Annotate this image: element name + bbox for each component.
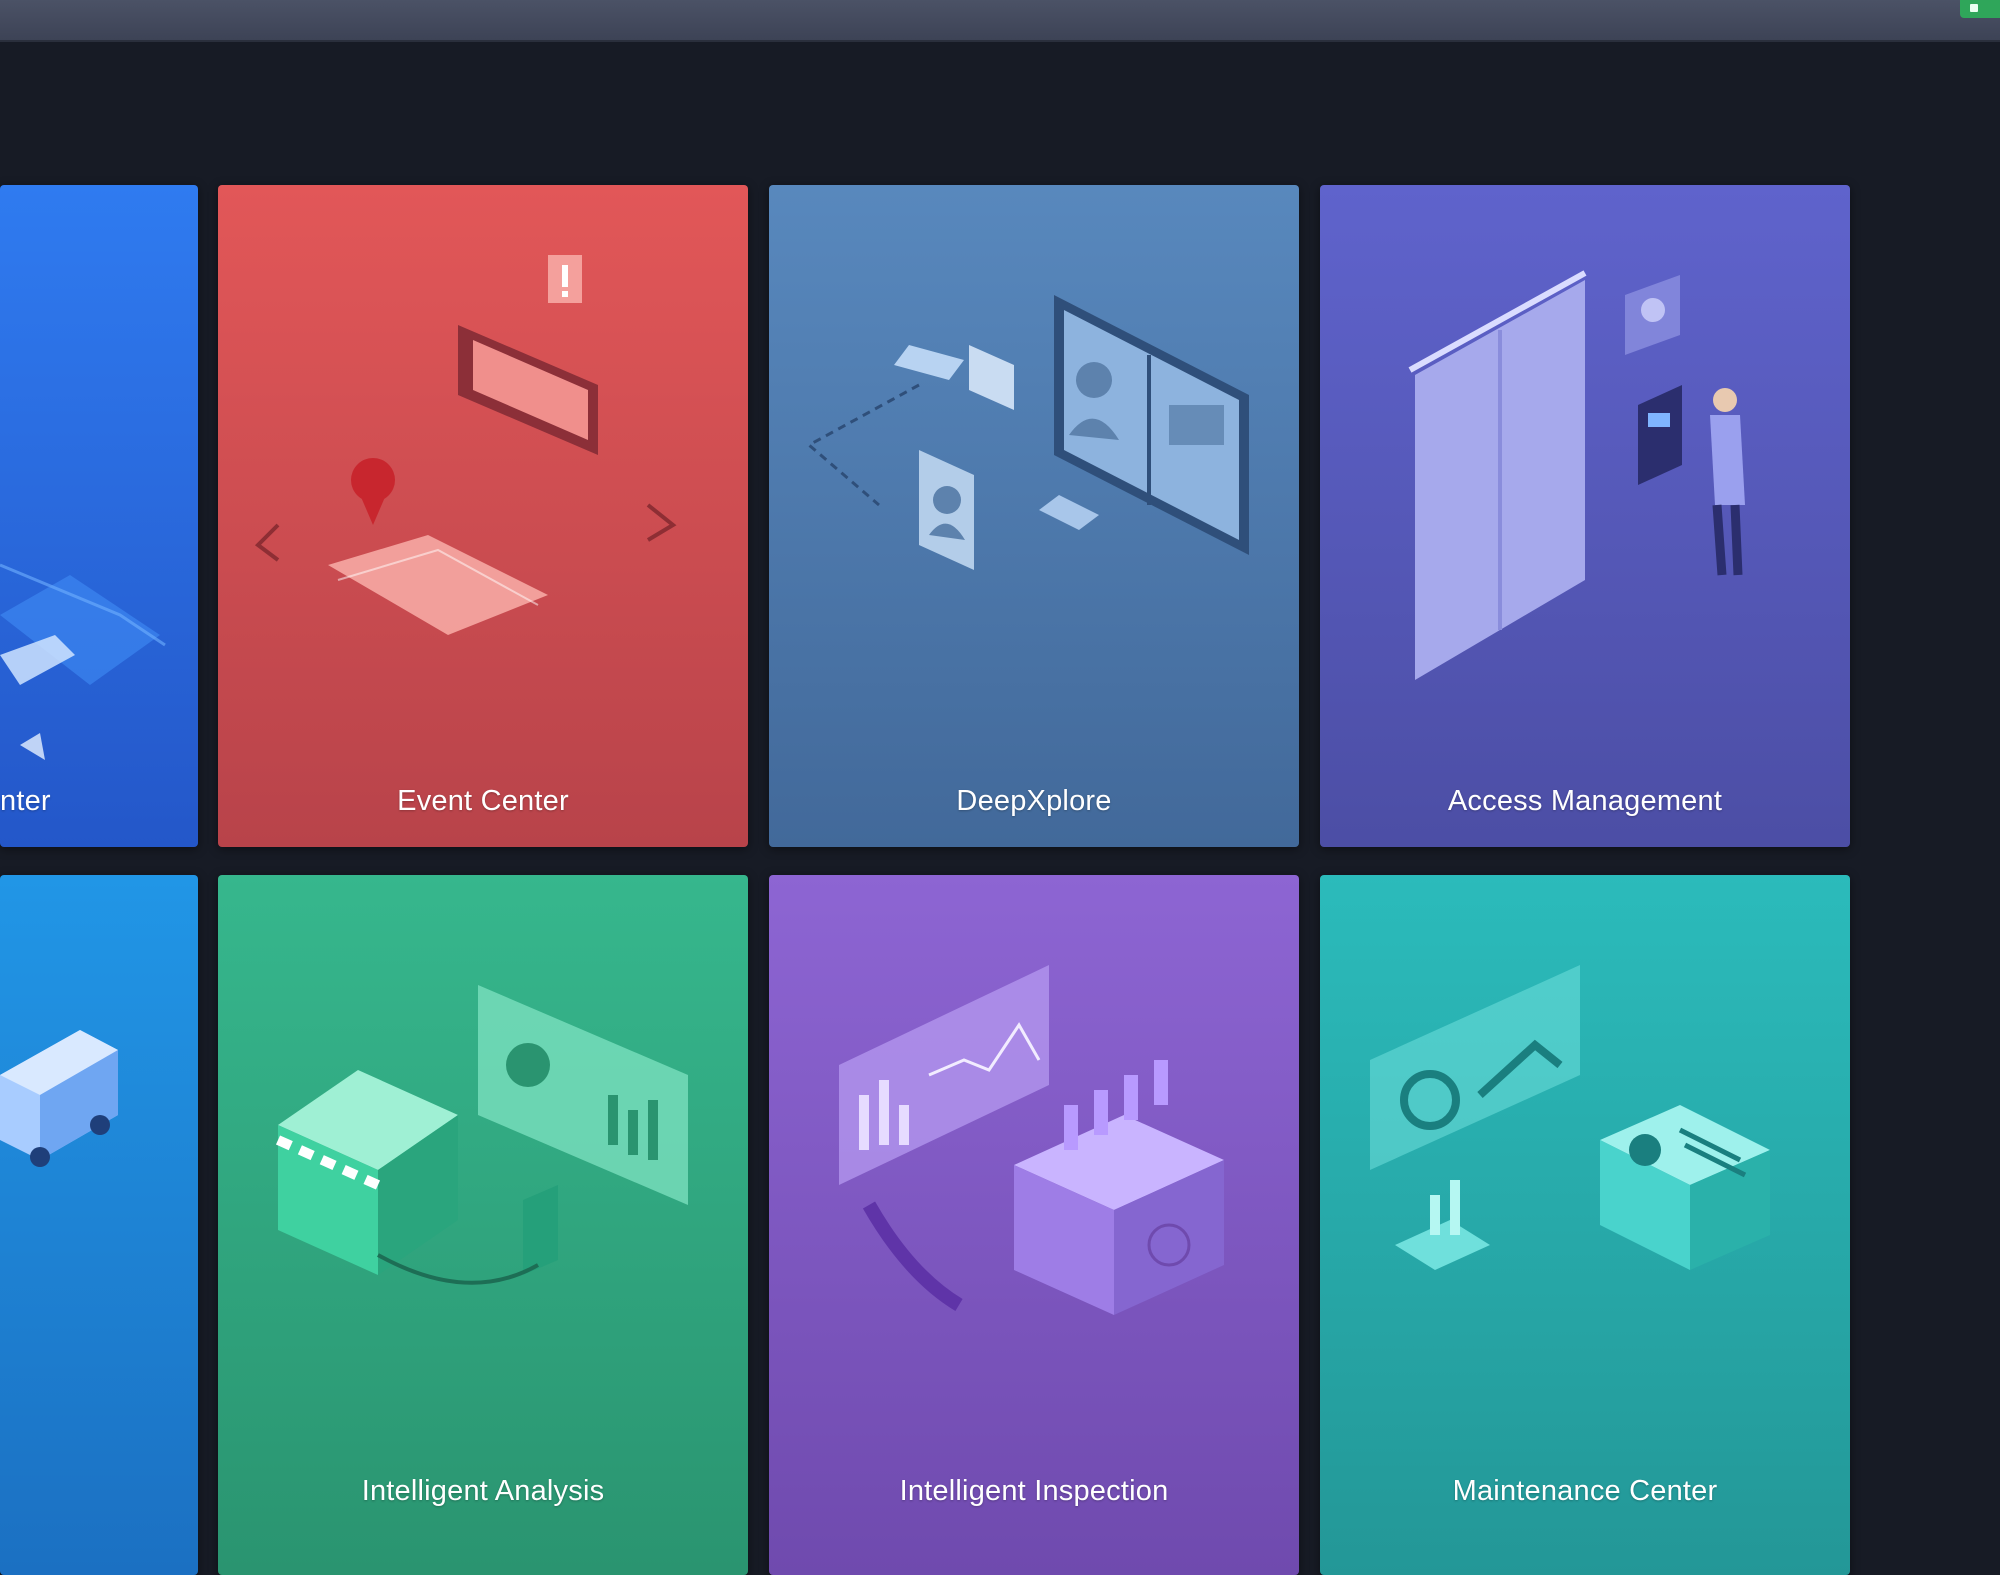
- event-alert-map-icon: [218, 185, 748, 847]
- vehicle-van-icon: [0, 875, 198, 1575]
- tile-partial-vehicle[interactable]: [0, 875, 198, 1575]
- tile-intelligent-inspection[interactable]: Intelligent Inspection: [769, 875, 1299, 1575]
- status-badge-icon: [1960, 0, 2000, 18]
- tile-label: nter: [0, 785, 51, 817]
- tile-label: Event Center: [397, 785, 569, 817]
- tile-deepxplore[interactable]: DeepXplore: [769, 185, 1299, 847]
- tile-intelligent-analysis[interactable]: Intelligent Analysis: [218, 875, 748, 1575]
- maintenance-dashboard-icon: [1320, 875, 1850, 1575]
- tile-label: Access Management: [1447, 785, 1723, 817]
- power-inspection-icon: [769, 875, 1299, 1575]
- door-access-control-icon: [1320, 185, 1850, 847]
- title-bar: [0, 0, 2000, 42]
- face-vehicle-search-icon: [769, 185, 1299, 847]
- tile-partial-center[interactable]: nter: [0, 185, 198, 847]
- tile-access-management[interactable]: Access Management: [1320, 185, 1850, 847]
- tile-label: Intelligent Analysis: [361, 1475, 605, 1507]
- tile-label: Maintenance Center: [1452, 1475, 1718, 1507]
- tile-label: Intelligent Inspection: [899, 1475, 1169, 1507]
- tile-maintenance-center[interactable]: Maintenance Center: [1320, 875, 1850, 1575]
- tile-event-center[interactable]: Event Center: [218, 185, 748, 847]
- tile-label: DeepXplore: [956, 785, 1112, 817]
- store-analytics-icon: [218, 875, 748, 1575]
- location-map-icon: [0, 185, 198, 847]
